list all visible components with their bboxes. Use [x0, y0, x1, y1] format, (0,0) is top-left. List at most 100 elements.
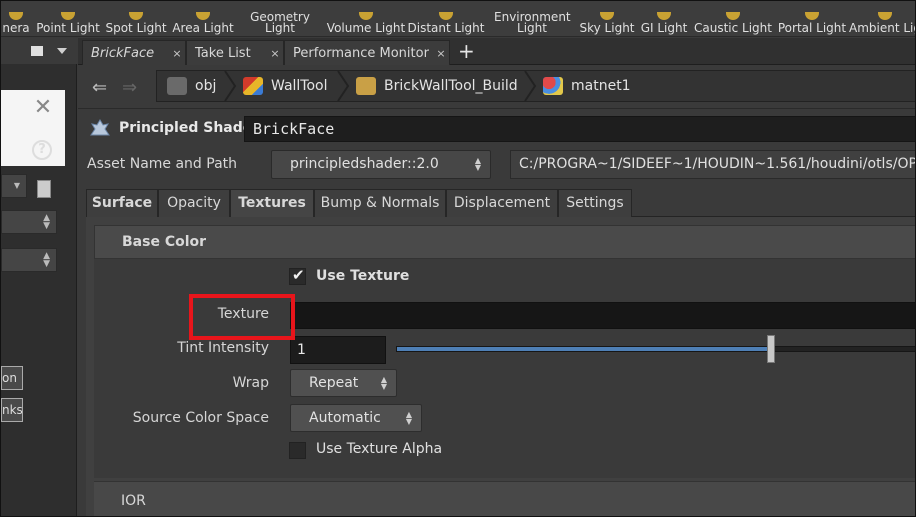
- left-field-2[interactable]: ▲ ▼: [1, 248, 57, 272]
- point-light-icon: [61, 12, 75, 20]
- help-icon[interactable]: ?: [32, 140, 52, 160]
- shelf-tool-environment-light[interactable]: Environment Light: [494, 1, 571, 37]
- principled-shader-icon: [90, 119, 110, 136]
- shelf-tool-point-light[interactable]: Point Light: [36, 1, 100, 37]
- shelf-tool-ambient-light[interactable]: Ambient Lig: [849, 1, 915, 37]
- shelf-tool-spot-light[interactable]: Spot Light: [105, 1, 167, 37]
- path-bar: ⇐ ⇒ obj WallTool BrickWallTool_Build mat…: [78, 65, 915, 109]
- add-tab-button[interactable]: +: [458, 40, 475, 62]
- breadcrumb-separator: [337, 71, 350, 101]
- parameter-tabs: Surface Opacity Textures Bump & Normals …: [86, 189, 915, 217]
- left-button-b[interactable]: nks: [1, 398, 23, 422]
- shelf-tool-caustic-light[interactable]: Caustic Light: [694, 1, 772, 37]
- tab-textures[interactable]: Textures: [230, 189, 314, 217]
- shelf-tool-portal-light[interactable]: Portal Light: [778, 1, 846, 37]
- close-tab-icon[interactable]: ×: [433, 47, 449, 60]
- texture-highlight-box: [189, 294, 295, 340]
- base-color-folder[interactable]: Base Color: [94, 225, 915, 259]
- base-color-body: [94, 259, 915, 478]
- left-field-1[interactable]: ▲ ▼: [1, 210, 57, 234]
- dropdown-arrow-icon: ▼: [13, 181, 20, 190]
- tab-surface[interactable]: Surface: [86, 189, 158, 217]
- tab-bump-normals[interactable]: Bump & Normals: [314, 189, 446, 217]
- asset-name-select[interactable]: principledshader::2.0 ▲ ▼: [271, 150, 491, 179]
- close-tab-icon[interactable]: ×: [169, 47, 185, 60]
- tab-take-list[interactable]: Take List ×: [186, 40, 284, 65]
- build-icon: [356, 77, 376, 95]
- wrap-menu[interactable]: Repeat ▲ ▼: [290, 369, 397, 397]
- asset-name-label: Asset Name and Path: [87, 156, 238, 172]
- tint-intensity-slider[interactable]: [396, 346, 915, 352]
- asset-path-field[interactable]: C:/PROGRA~1/SIDEEF~1/HOUDIN~1.561/houdin…: [510, 150, 915, 179]
- spot-light-icon: [129, 12, 143, 20]
- crumb-walltool[interactable]: WallTool: [243, 71, 328, 101]
- tab-settings[interactable]: Settings: [558, 189, 632, 217]
- shelf-tool-sky-light[interactable]: Sky Light: [580, 1, 635, 37]
- material-network-icon: [543, 77, 563, 95]
- use-texture-checkbox[interactable]: [289, 266, 306, 285]
- node-type-label: Principled Shader: [119, 120, 260, 136]
- left-dropdown[interactable]: ▼: [1, 174, 27, 198]
- close-icon[interactable]: ✕: [33, 97, 53, 119]
- asset-row: Asset Name and Path principledshader::2.…: [78, 147, 915, 185]
- menu-spinner-icon: ▲ ▼: [405, 410, 413, 426]
- tab-displacement[interactable]: Displacement: [446, 189, 558, 217]
- left-pane-toolbar: [1, 38, 77, 64]
- caustic-light-icon: [726, 12, 740, 20]
- shelf-tool-geometry-light[interactable]: Geometry Light: [248, 1, 312, 37]
- pane-menu-arrow-icon[interactable]: [57, 48, 67, 54]
- crumb-matnet1[interactable]: matnet1: [543, 71, 631, 101]
- use-texture-alpha-label: Use Texture Alpha: [316, 441, 443, 457]
- shelf-tool-gi-light[interactable]: GI Light: [641, 1, 687, 37]
- area-light-icon: [196, 12, 210, 20]
- slider-handle[interactable]: [767, 335, 775, 363]
- tab-opacity[interactable]: Opacity: [158, 189, 230, 217]
- lights-shelf: nera Point Light Spot Light Area Light G…: [1, 1, 915, 37]
- back-arrow-icon[interactable]: ⇐: [92, 77, 107, 98]
- camera-icon: [9, 12, 23, 20]
- parameter-panel: Base Color Use Texture Texture Tint Inte…: [86, 217, 915, 516]
- tab-brickface[interactable]: BrickFace ×: [82, 40, 186, 65]
- left-pane: ✕ ? ▼ ▲ ▼ ▲ ▼ on nks: [1, 38, 77, 516]
- shelf-tool-area-light[interactable]: Area Light: [172, 1, 234, 37]
- spinner-icon: ▲ ▼: [43, 251, 50, 269]
- close-tab-icon[interactable]: ×: [267, 47, 283, 60]
- slider-fill: [397, 347, 772, 351]
- shelf-tool-volume-light[interactable]: Volume Light: [327, 1, 405, 37]
- houdini-window: nera Point Light Spot Light Area Light G…: [0, 0, 916, 517]
- ior-folder[interactable]: IOR: [94, 481, 915, 516]
- tab-performance-monitor[interactable]: Performance Monitor ×: [284, 40, 450, 65]
- volume-light-icon: [359, 12, 373, 20]
- pane-layout-icon[interactable]: [31, 46, 43, 56]
- crumb-brickwalltool-build[interactable]: BrickWallTool_Build: [356, 71, 518, 101]
- node-header: Principled Shader BrickFace: [78, 109, 915, 147]
- use-texture-alpha-checkbox[interactable]: [289, 442, 306, 459]
- pane-tab-bar: BrickFace × Take List × Performance Moni…: [78, 38, 915, 65]
- breadcrumb: obj WallTool BrickWallTool_Build matnet1: [156, 70, 915, 102]
- menu-spinner-icon: ▲ ▼: [380, 375, 388, 391]
- portal-light-icon: [805, 12, 819, 20]
- shelf-tool-camera[interactable]: nera: [1, 1, 31, 37]
- tint-intensity-field[interactable]: 1: [290, 336, 386, 364]
- wrap-label: Wrap: [232, 375, 269, 391]
- walltool-icon: [243, 77, 263, 95]
- obj-network-icon: [167, 77, 187, 95]
- left-button-a[interactable]: on: [1, 366, 23, 390]
- use-texture-label: Use Texture: [316, 268, 410, 284]
- source-color-space-label: Source Color Space: [132, 410, 269, 426]
- document-icon[interactable]: [37, 180, 51, 198]
- crumb-obj[interactable]: obj: [167, 71, 216, 101]
- breadcrumb-separator: [224, 71, 237, 101]
- gi-light-icon: [657, 12, 671, 20]
- tint-intensity-label: Tint Intensity: [177, 340, 269, 356]
- node-name-field[interactable]: BrickFace: [244, 116, 915, 142]
- source-color-space-menu[interactable]: Automatic ▲ ▼: [290, 404, 422, 432]
- spinner-icon: ▲ ▼: [43, 213, 50, 231]
- texture-field[interactable]: [290, 302, 915, 329]
- sky-light-icon: [600, 12, 614, 20]
- breadcrumb-separator: [524, 71, 537, 101]
- ambient-light-icon: [878, 12, 892, 20]
- distant-light-icon: [439, 12, 453, 20]
- shelf-tool-distant-light[interactable]: Distant Light: [408, 1, 484, 37]
- forward-arrow-icon[interactable]: ⇒: [122, 77, 137, 98]
